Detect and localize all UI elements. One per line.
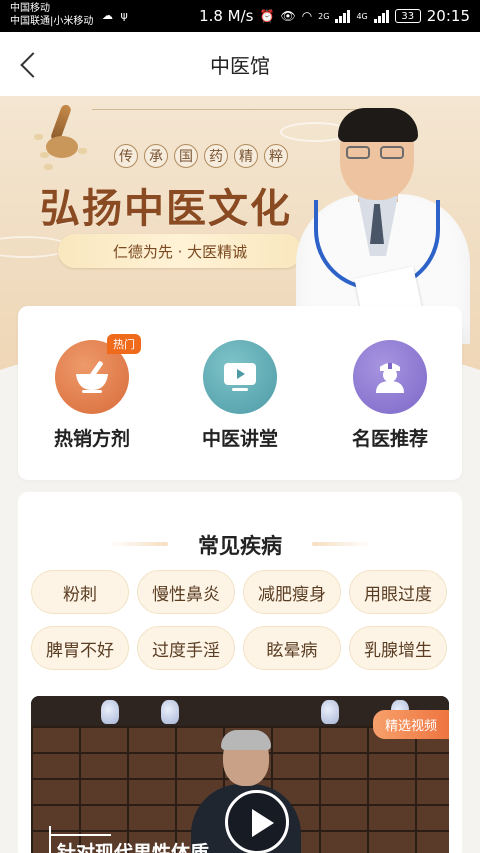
motto: 传 承 国 药 精 粹 <box>102 142 300 170</box>
motto-char: 药 <box>204 144 228 168</box>
nav-tcm-lecture[interactable]: 中医讲堂 <box>180 340 300 451</box>
disease-tag[interactable]: 脾胃不好 <box>31 626 129 670</box>
nav-famous-doctors[interactable]: 名医推荐 <box>330 340 450 451</box>
motto-char: 精 <box>234 144 258 168</box>
signal-1-icon <box>335 9 351 23</box>
page-title: 中医馆 <box>210 54 270 78</box>
notification-icons: ☁ ψ <box>102 9 130 22</box>
network-speed: 1.8 M/s <box>199 7 254 25</box>
disease-tag[interactable]: 粉刺 <box>31 570 129 614</box>
herb-spoon-icon <box>30 103 92 174</box>
hot-badge: 热门 <box>107 334 141 354</box>
battery-icon: 33 <box>394 9 421 23</box>
wechat-icon: ☁ <box>102 9 115 22</box>
network-type-2: 4G <box>356 11 368 21</box>
alarm-icon: ⏰ <box>259 9 275 23</box>
play-button[interactable] <box>225 790 289 853</box>
app-header: 中医馆 <box>0 32 480 96</box>
nav-label: 中医讲堂 <box>201 428 278 450</box>
network-type-1: 2G <box>318 11 330 21</box>
caption-decoration <box>49 834 111 836</box>
carrier-info: 中国移动 中国联通|小米移动 <box>10 2 93 28</box>
featured-video[interactable]: 精选视频 针对现代男性体质 <box>31 696 449 853</box>
disease-tags: 粉刺 慢性鼻炎 减肥瘦身 用眼过度 脾胃不好 过度手淫 眩晕病 乳腺增生 <box>31 570 451 670</box>
eye-icon: 👁 <box>280 9 296 23</box>
video-screen-icon <box>203 340 277 414</box>
mortar-pestle-icon: 热门 <box>55 334 141 414</box>
caption-decoration <box>49 826 51 853</box>
video-caption: 针对现代男性体质 <box>57 842 210 853</box>
motto-char: 传 <box>114 144 138 168</box>
nav-label: 热销方剂 <box>53 428 130 450</box>
wifi-icon: ◠ <box>301 9 313 23</box>
vase <box>161 700 179 724</box>
status-right: 1.8 M/s ⏰ 👁 ◠ 2G 4G 33 20:15 <box>199 6 470 26</box>
disease-tag[interactable]: 过度手淫 <box>137 626 235 670</box>
clock: 20:15 <box>426 7 470 25</box>
carrier-1: 中国移动 <box>10 3 50 14</box>
disease-tag[interactable]: 慢性鼻炎 <box>137 570 235 614</box>
banner-slogan: 弘扬中医文化 <box>40 185 292 232</box>
disease-tag[interactable]: 用眼过度 <box>349 570 447 614</box>
carrier-2: 中国联通|小米移动 <box>10 16 94 27</box>
disease-tag[interactable]: 眩晕病 <box>243 626 341 670</box>
vase <box>321 700 339 724</box>
battery-level: 33 <box>401 10 415 22</box>
quick-nav-card: 热门 热销方剂 中医讲堂 名医推荐 <box>18 306 462 480</box>
motto-char: 粹 <box>264 144 288 168</box>
usb-icon: ψ <box>120 9 130 22</box>
status-bar: 中国移动 中国联通|小米移动 ☁ ψ 1.8 M/s ⏰ 👁 ◠ 2G 4G 3… <box>0 0 480 32</box>
signal-2-icon <box>373 9 389 23</box>
vase <box>101 700 119 724</box>
disease-tag[interactable]: 乳腺增生 <box>349 626 447 670</box>
nav-label: 名医推荐 <box>351 428 428 450</box>
banner-pill: 仁德为先 · 大医精诚 <box>58 234 302 268</box>
section-title: 常见疾病 <box>198 533 282 558</box>
motto-char: 承 <box>144 144 168 168</box>
nav-hot-prescriptions[interactable]: 热门 热销方剂 <box>32 334 152 451</box>
motto-char: 国 <box>174 144 198 168</box>
disease-tag[interactable]: 减肥瘦身 <box>243 570 341 614</box>
featured-video-badge: 精选视频 <box>372 710 449 739</box>
common-diseases-card: 常见疾病 粉刺 慢性鼻炎 减肥瘦身 用眼过度 脾胃不好 过度手淫 眩晕病 乳腺增… <box>18 492 462 853</box>
doctor-icon <box>353 340 427 414</box>
doctor-illustration <box>296 104 470 344</box>
